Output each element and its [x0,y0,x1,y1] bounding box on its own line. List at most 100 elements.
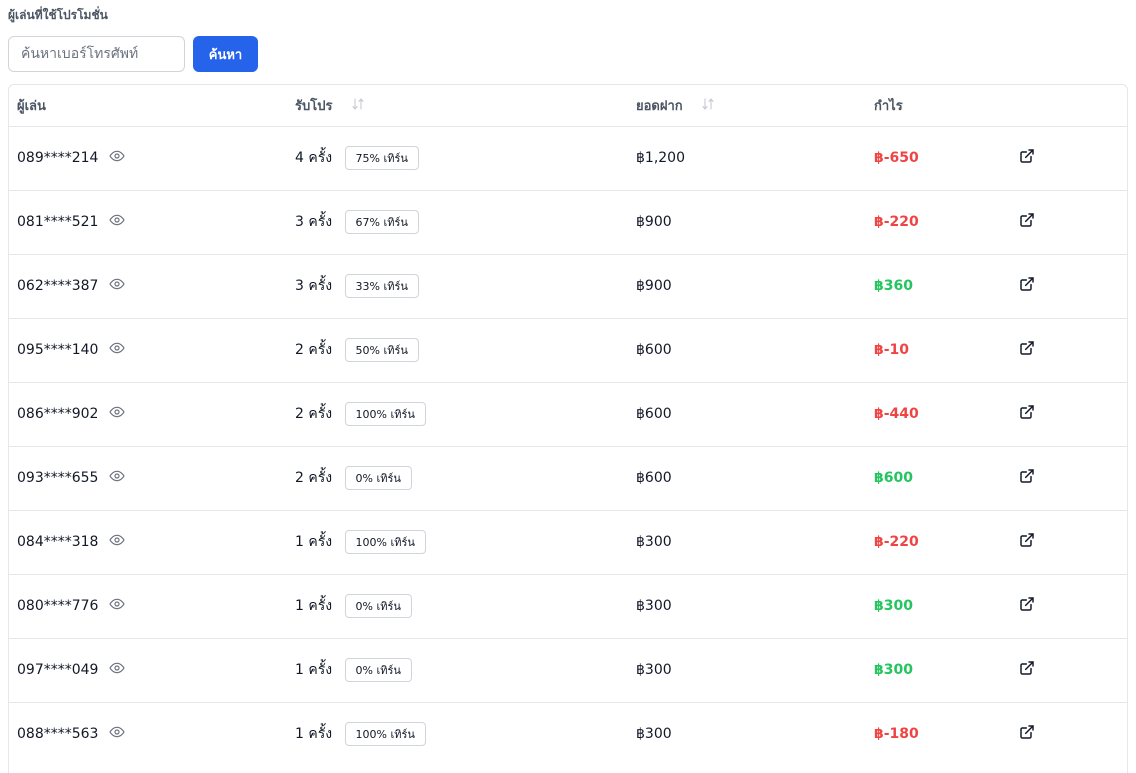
promos-cell: 3 ครั้ง 33% เทิร์น [287,253,628,318]
promo-count: 4 ครั้ง [295,150,333,166]
turnover-badge: 0% เทิร์น [344,466,412,490]
player-cell: 062****387 [9,253,287,318]
promos-cell: 1 ครั้ง 100% เทิร์น [287,701,628,766]
eye-icon[interactable] [109,660,125,680]
promos-cell: 2 ครั้ง 100% เทิร์น [287,381,628,446]
column-header-actions [1011,85,1127,127]
profit-value: ฿300 [874,662,913,678]
players-table-container: ผู้เล่น รับโปร ยอดฝาก กำไร 089****214 4 … [8,84,1128,773]
profit-value: ฿300 [874,598,913,614]
player-phone: 086****902 [17,406,99,422]
external-link-icon[interactable] [1019,340,1035,360]
eye-icon[interactable] [109,596,125,616]
player-phone: 081****521 [17,214,99,230]
sort-arrows-icon[interactable] [351,97,365,115]
player-cell: 086****902 [9,381,287,446]
promo-count: 3 ครั้ง [295,278,333,294]
profit-cell: ฿360 [866,253,1011,318]
external-link-icon[interactable] [1019,212,1035,232]
table-row: 088****563 1 ครั้ง 100% เทิร์น ฿300 ฿-18… [9,701,1127,766]
profit-value: ฿-220 [874,534,919,550]
deposit-cell: ฿300 [628,509,866,574]
player-cell: 084****318 [9,509,287,574]
player-phone: 093****655 [17,470,99,486]
player-cell: 088****563 [9,701,287,766]
deposit-cell: ฿600 [628,317,866,382]
external-link-icon[interactable] [1019,724,1035,744]
player-cell: 081****521 [9,189,287,254]
column-header-deposit[interactable]: ยอดฝาก [628,85,866,127]
promos-cell: 3 ครั้ง 67% เทิร์น [287,189,628,254]
table-body: 089****214 4 ครั้ง 75% เทิร์น ฿1,200 ฿-6… [9,126,1127,766]
profit-cell: ฿-220 [866,509,1011,574]
eye-icon[interactable] [109,404,125,424]
eye-icon[interactable] [109,340,125,360]
player-phone: 095****140 [17,342,99,358]
eye-icon[interactable] [109,148,125,168]
eye-icon[interactable] [109,532,125,552]
actions-cell [1011,573,1127,638]
turnover-badge: 75% เทิร์น [344,146,419,170]
eye-icon[interactable] [109,468,125,488]
profit-value: ฿600 [874,470,913,486]
table-row: 084****318 1 ครั้ง 100% เทิร์น ฿300 ฿-22… [9,509,1127,574]
column-header-label: รับโปร [295,98,333,114]
player-phone: 089****214 [17,150,99,166]
column-header-label: ยอดฝาก [636,98,683,114]
table-row: 062****387 3 ครั้ง 33% เทิร์น ฿900 ฿360 [9,253,1127,318]
deposit-cell: ฿600 [628,445,866,510]
player-phone: 088****563 [17,726,99,743]
actions-cell [1011,637,1127,702]
player-cell: 095****140 [9,317,287,382]
profit-value: ฿-440 [874,406,919,422]
external-link-icon[interactable] [1019,404,1035,424]
table-row: 097****049 1 ครั้ง 0% เทิร์น ฿300 ฿300 [9,637,1127,702]
player-phone: 062****387 [17,278,99,294]
player-cell: 093****655 [9,445,287,510]
external-link-icon[interactable] [1019,596,1035,616]
table-row: 086****902 2 ครั้ง 100% เทิร์น ฿600 ฿-44… [9,381,1127,446]
deposit-cell: ฿900 [628,253,866,318]
eye-icon[interactable] [109,276,125,296]
column-header-label: กำไร [874,98,903,114]
column-header-promos[interactable]: รับโปร [287,85,628,127]
turnover-badge: 100% เทิร์น [344,402,426,426]
section-title: ผู้เล่นที่ใช้โปรโมชั่น [8,8,108,22]
profit-cell: ฿300 [866,573,1011,638]
eye-icon[interactable] [109,212,125,232]
table-row: 081****521 3 ครั้ง 67% เทิร์น ฿900 ฿-220 [9,189,1127,254]
promo-count: 1 ครั้ง [295,534,333,550]
players-table: ผู้เล่น รับโปร ยอดฝาก กำไร 089****214 4 … [9,85,1127,766]
deposit-cell: ฿1,200 [636,150,685,166]
promo-count: 1 ครั้ง [295,726,333,743]
actions-cell [1011,189,1127,254]
promos-cell: 2 ครั้ง 50% เทิร์น [287,317,628,382]
search-button[interactable]: ค้นหา [193,36,258,72]
player-cell: 080****776 [9,573,287,638]
profit-cell: ฿-650 [866,126,1011,190]
actions-cell [1011,317,1127,382]
turnover-badge: 100% เทิร์น [344,530,426,554]
external-link-icon[interactable] [1019,468,1035,488]
player-cell: 089****214 [9,126,287,190]
actions-cell [1011,381,1127,446]
player-cell: 097****049 [9,637,287,702]
external-link-icon[interactable] [1019,532,1035,552]
search-input[interactable] [8,36,185,72]
actions-cell [1011,253,1127,318]
profit-value: ฿-220 [874,214,919,230]
deposit-cell: ฿300 [628,701,866,766]
external-link-icon[interactable] [1019,660,1035,680]
promo-count: 2 ครั้ง [295,470,333,486]
external-link-icon[interactable] [1019,276,1035,296]
sort-arrows-icon[interactable] [701,97,715,115]
table-row: 093****655 2 ครั้ง 0% เทิร์น ฿600 ฿600 [9,445,1127,510]
turnover-badge: 50% เทิร์น [344,338,419,362]
promo-count: 2 ครั้ง [295,342,333,358]
promos-cell: 4 ครั้ง 75% เทิร์น [287,126,628,190]
eye-icon[interactable] [109,724,125,744]
player-phone: 084****318 [17,534,99,550]
external-link-icon[interactable] [1019,148,1035,168]
profit-cell: ฿-10 [866,317,1011,382]
table-row: 089****214 4 ครั้ง 75% เทิร์น ฿1,200 ฿-6… [9,126,1127,190]
